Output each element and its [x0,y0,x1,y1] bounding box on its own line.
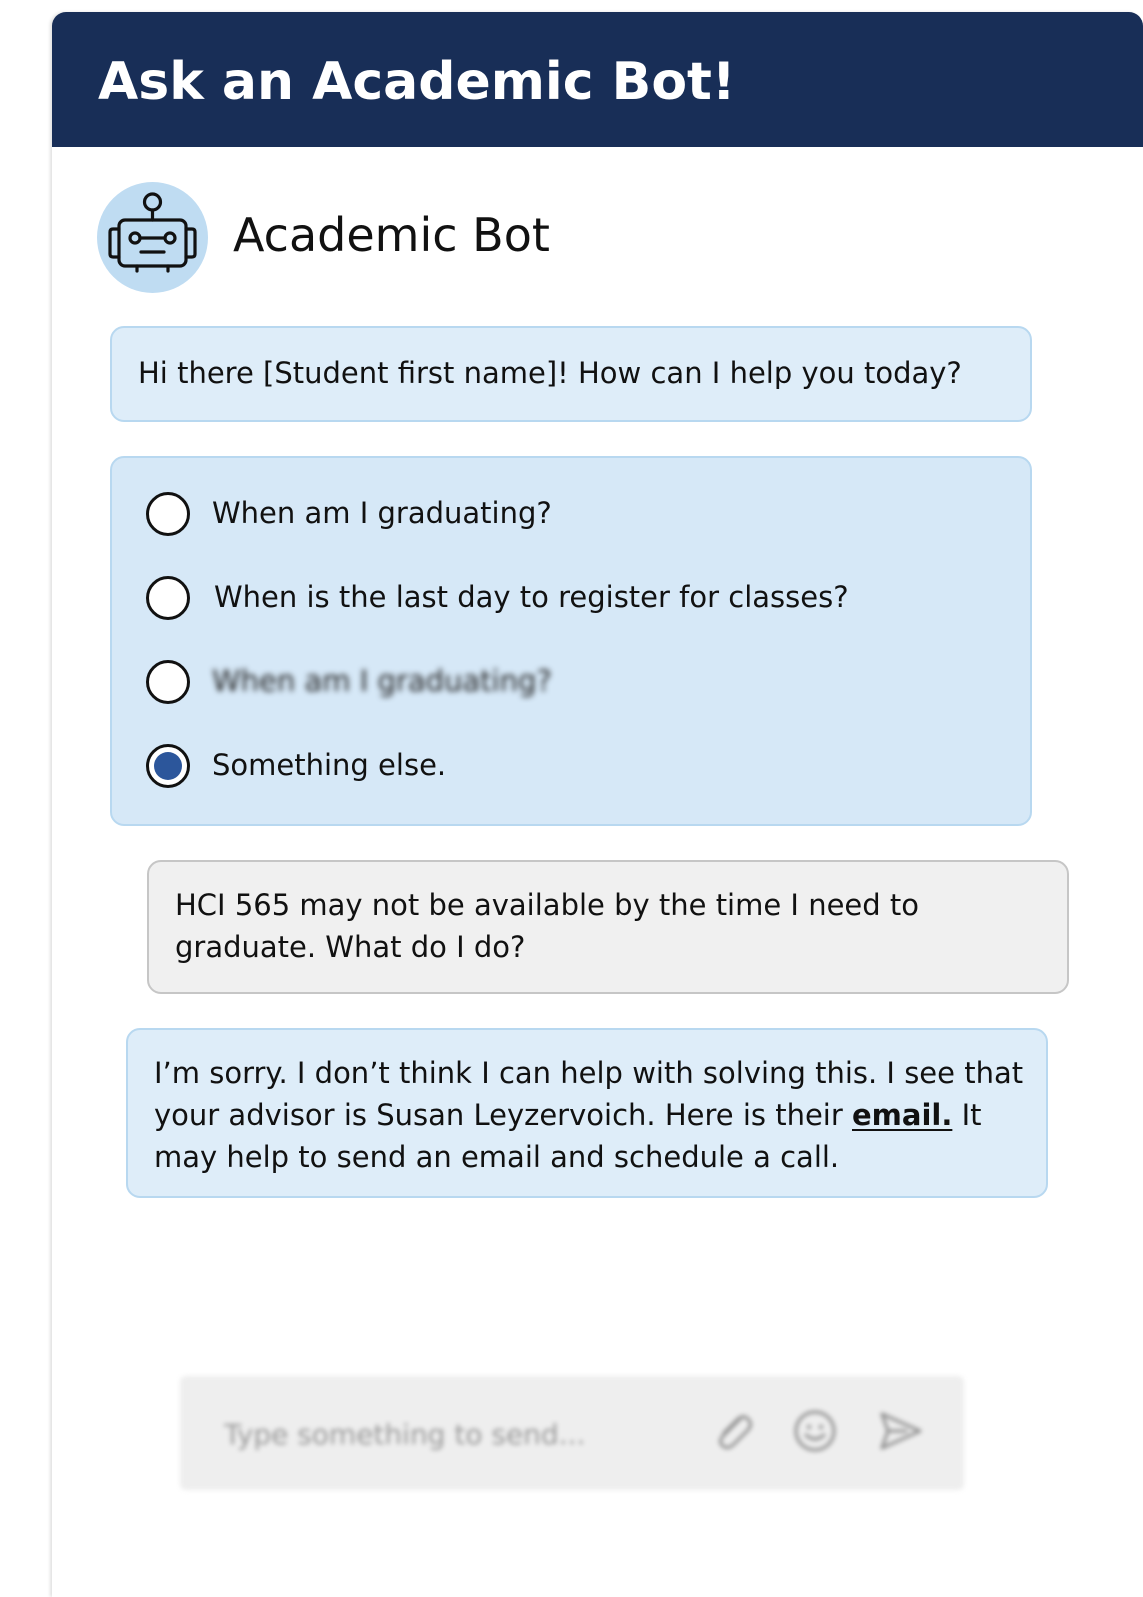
bot-greeting-message: Hi there [Student first name]! How can I… [110,326,1032,422]
radio-button[interactable] [146,660,190,704]
message-input[interactable] [224,1414,694,1454]
option-label: Something else. [212,748,447,782]
option-label: When am I graduating? [212,496,552,530]
option-when-graduating[interactable]: When am I graduating? [146,492,1006,540]
radio-button[interactable] [146,492,190,536]
send-icon[interactable] [876,1406,926,1456]
bot-reply-message: I’m sorry. I don’t think I can help with… [126,1028,1048,1198]
option-blurred[interactable]: When am I graduating? [146,660,1006,708]
radio-button[interactable] [146,576,190,620]
bot-name: Academic Bot [233,208,550,262]
paperclip-icon[interactable] [708,1406,758,1456]
user-message-text: HCI 565 may not be available by the time… [175,888,920,964]
page-title: Ask an Academic Bot! [98,52,736,112]
message-composer [180,1376,964,1490]
option-last-day-register[interactable]: When is the last day to register for cla… [146,576,1006,624]
email-link[interactable]: email. [852,1098,952,1132]
smiley-icon[interactable] [790,1406,840,1456]
user-message: HCI 565 may not be available by the time… [147,860,1069,994]
bot-avatar [97,182,208,293]
chat-header: Ask an Academic Bot! [52,12,1143,147]
radio-button-selected[interactable] [146,744,190,788]
robot-icon [108,192,197,273]
reply-text: I’m sorry. I don’t think I can help with… [154,1052,1034,1178]
option-label: When is the last day to register for cla… [214,580,849,614]
option-something-else[interactable]: Something else. [146,744,1006,792]
chat-panel: Ask an Academic Bot! Academic Bot Hi the… [52,12,1143,1597]
option-label: When am I graduating? [212,664,552,698]
greeting-text: Hi there [Student first name]! How can I… [138,356,962,390]
quick-reply-options: When am I graduating? When is the last d… [110,456,1032,826]
